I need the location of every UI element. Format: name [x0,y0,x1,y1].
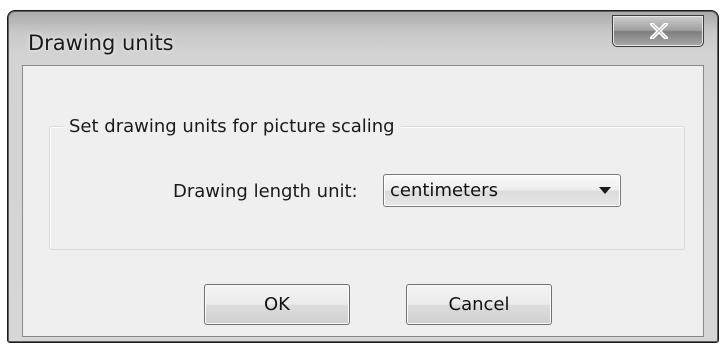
groupbox-legend: Set drawing units for picture scaling [63,116,401,138]
window-title: Drawing units [28,31,174,55]
cancel-button[interactable]: Cancel [406,284,552,325]
drawing-length-unit-label: Drawing length unit: [173,181,358,202]
drawing-length-unit-select[interactable]: centimeters [383,174,621,207]
dialog-body: Set drawing units for picture scaling Dr… [22,65,704,337]
selected-unit-value: centimeters [390,180,498,201]
close-button[interactable] [612,15,704,47]
title-bar[interactable]: Drawing units [8,11,718,67]
drawing-units-dialog: Drawing units Set drawing units for pict… [7,10,719,343]
dropdown-arrow-icon [599,187,611,194]
ok-button[interactable]: OK [204,284,350,325]
close-icon [650,23,668,39]
